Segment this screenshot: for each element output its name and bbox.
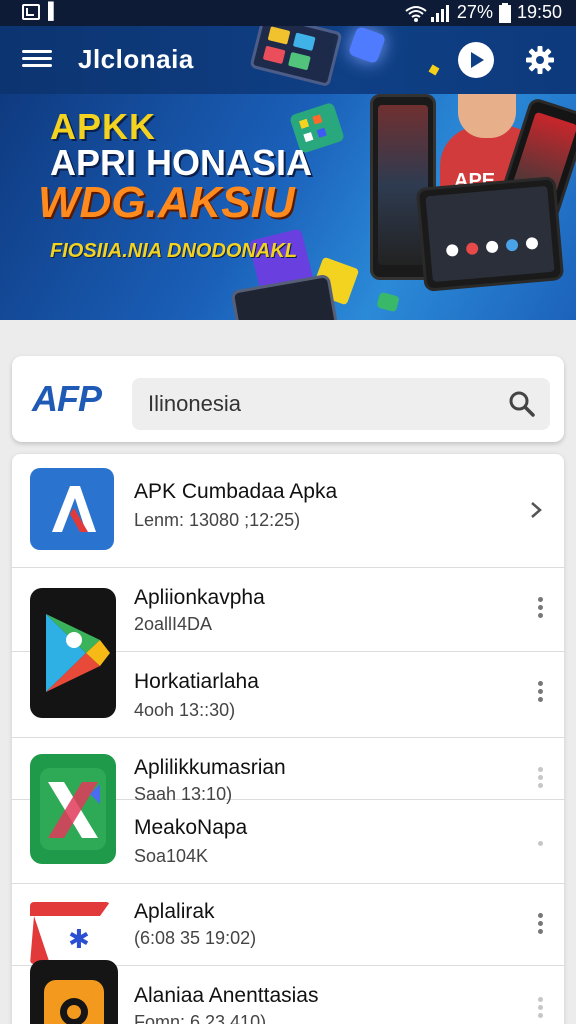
- banner-phone-image: [415, 176, 565, 292]
- list-item-subtitle: 2oallI4DA: [134, 614, 213, 634]
- status-bar: ▌ 27% 19:50: [0, 0, 576, 26]
- wifi-icon: [405, 5, 427, 22]
- list-item-subtitle: Fomn: 6 23 410): [134, 1012, 267, 1024]
- more-options-icon[interactable]: [536, 994, 544, 1021]
- list-item-subtitle: (6:08 35 19:02): [134, 928, 257, 948]
- banner-person-face: [458, 94, 516, 138]
- list-item[interactable]: ✱ Aplalirak (6:08 35 19:02): [12, 884, 564, 966]
- more-options-icon[interactable]: [536, 594, 544, 621]
- search-input[interactable]: Ilinonesia: [132, 378, 550, 430]
- decorative-phone-image: [249, 26, 343, 88]
- list-item-title: Horkatiarlaha: [134, 670, 259, 693]
- search-input-value: Ilinonesia: [148, 391, 241, 416]
- app-list: APK Cumbadaa Apka Lenm: 13080 ;12:25) Ap…: [12, 454, 564, 1024]
- search-card: AFP Ilinonesia: [12, 356, 564, 442]
- clock: 19:50: [516, 2, 562, 22]
- battery-icon: [498, 2, 511, 23]
- x-app-icon: [30, 754, 116, 864]
- decorative-cube-image: [347, 26, 387, 65]
- app-title: Jlclonaia: [78, 44, 194, 74]
- play-store-app-icon: [30, 588, 116, 718]
- more-options-icon[interactable]: [536, 910, 544, 937]
- flag-app-icon: ✱: [30, 902, 110, 964]
- signal-icon: [430, 4, 451, 22]
- list-item[interactable]: Alaniaa Anenttasias Fomn: 6 23 410): [12, 960, 564, 1024]
- list-item-title: Apliionkavpha: [134, 586, 265, 609]
- battery-percent: 27%: [456, 2, 493, 22]
- app-bar: Jlclonaia: [0, 26, 576, 94]
- menu-button[interactable]: [22, 46, 52, 74]
- decorative-confetti: [428, 64, 440, 76]
- banner-tagline: FIOSIIA.NIA DNODONAKL: [50, 240, 298, 262]
- more-options-icon[interactable]: [536, 838, 544, 849]
- settings-gear-icon[interactable]: [524, 44, 556, 76]
- list-item-title: Alaniaa Anenttasias: [134, 984, 319, 1007]
- decorative-confetti: [376, 291, 400, 313]
- list-item-title: APK Cumbadaa Apka: [134, 480, 338, 503]
- list-item-subtitle: 4ooh 13::30): [134, 700, 236, 720]
- list-item-title: Aplilikkumasrian: [134, 756, 286, 779]
- decorative-phone-image: [230, 273, 340, 320]
- list-item-subtitle: Soa104K: [134, 846, 209, 866]
- svg-text:✱: ✱: [68, 925, 90, 955]
- search-icon[interactable]: [508, 390, 536, 418]
- promo-banner[interactable]: APKK APRI HONASIA WDG.AKSIU FIOSIIA.NIA …: [0, 94, 576, 320]
- list-item[interactable]: APK Cumbadaa Apka Lenm: 13080 ;12:25): [12, 454, 564, 568]
- list-item-title: Aplalirak: [134, 900, 215, 923]
- chevron-right-icon[interactable]: [526, 500, 546, 520]
- camera-app-icon: [30, 960, 118, 1024]
- notification-mark-icon: ▌: [48, 3, 60, 20]
- brand-logo: AFP: [32, 378, 102, 419]
- banner-headline-3: WDG.AKSIU: [38, 178, 295, 227]
- list-item-title: MeakoNapa: [134, 816, 248, 839]
- app-icon-a: [30, 468, 114, 550]
- gallery-notification-icon: [22, 4, 40, 20]
- more-options-icon[interactable]: [536, 764, 544, 791]
- play-store-button[interactable]: [458, 42, 494, 78]
- more-options-icon[interactable]: [536, 678, 544, 705]
- list-item-subtitle: Lenm: 13080 ;12:25): [134, 510, 301, 530]
